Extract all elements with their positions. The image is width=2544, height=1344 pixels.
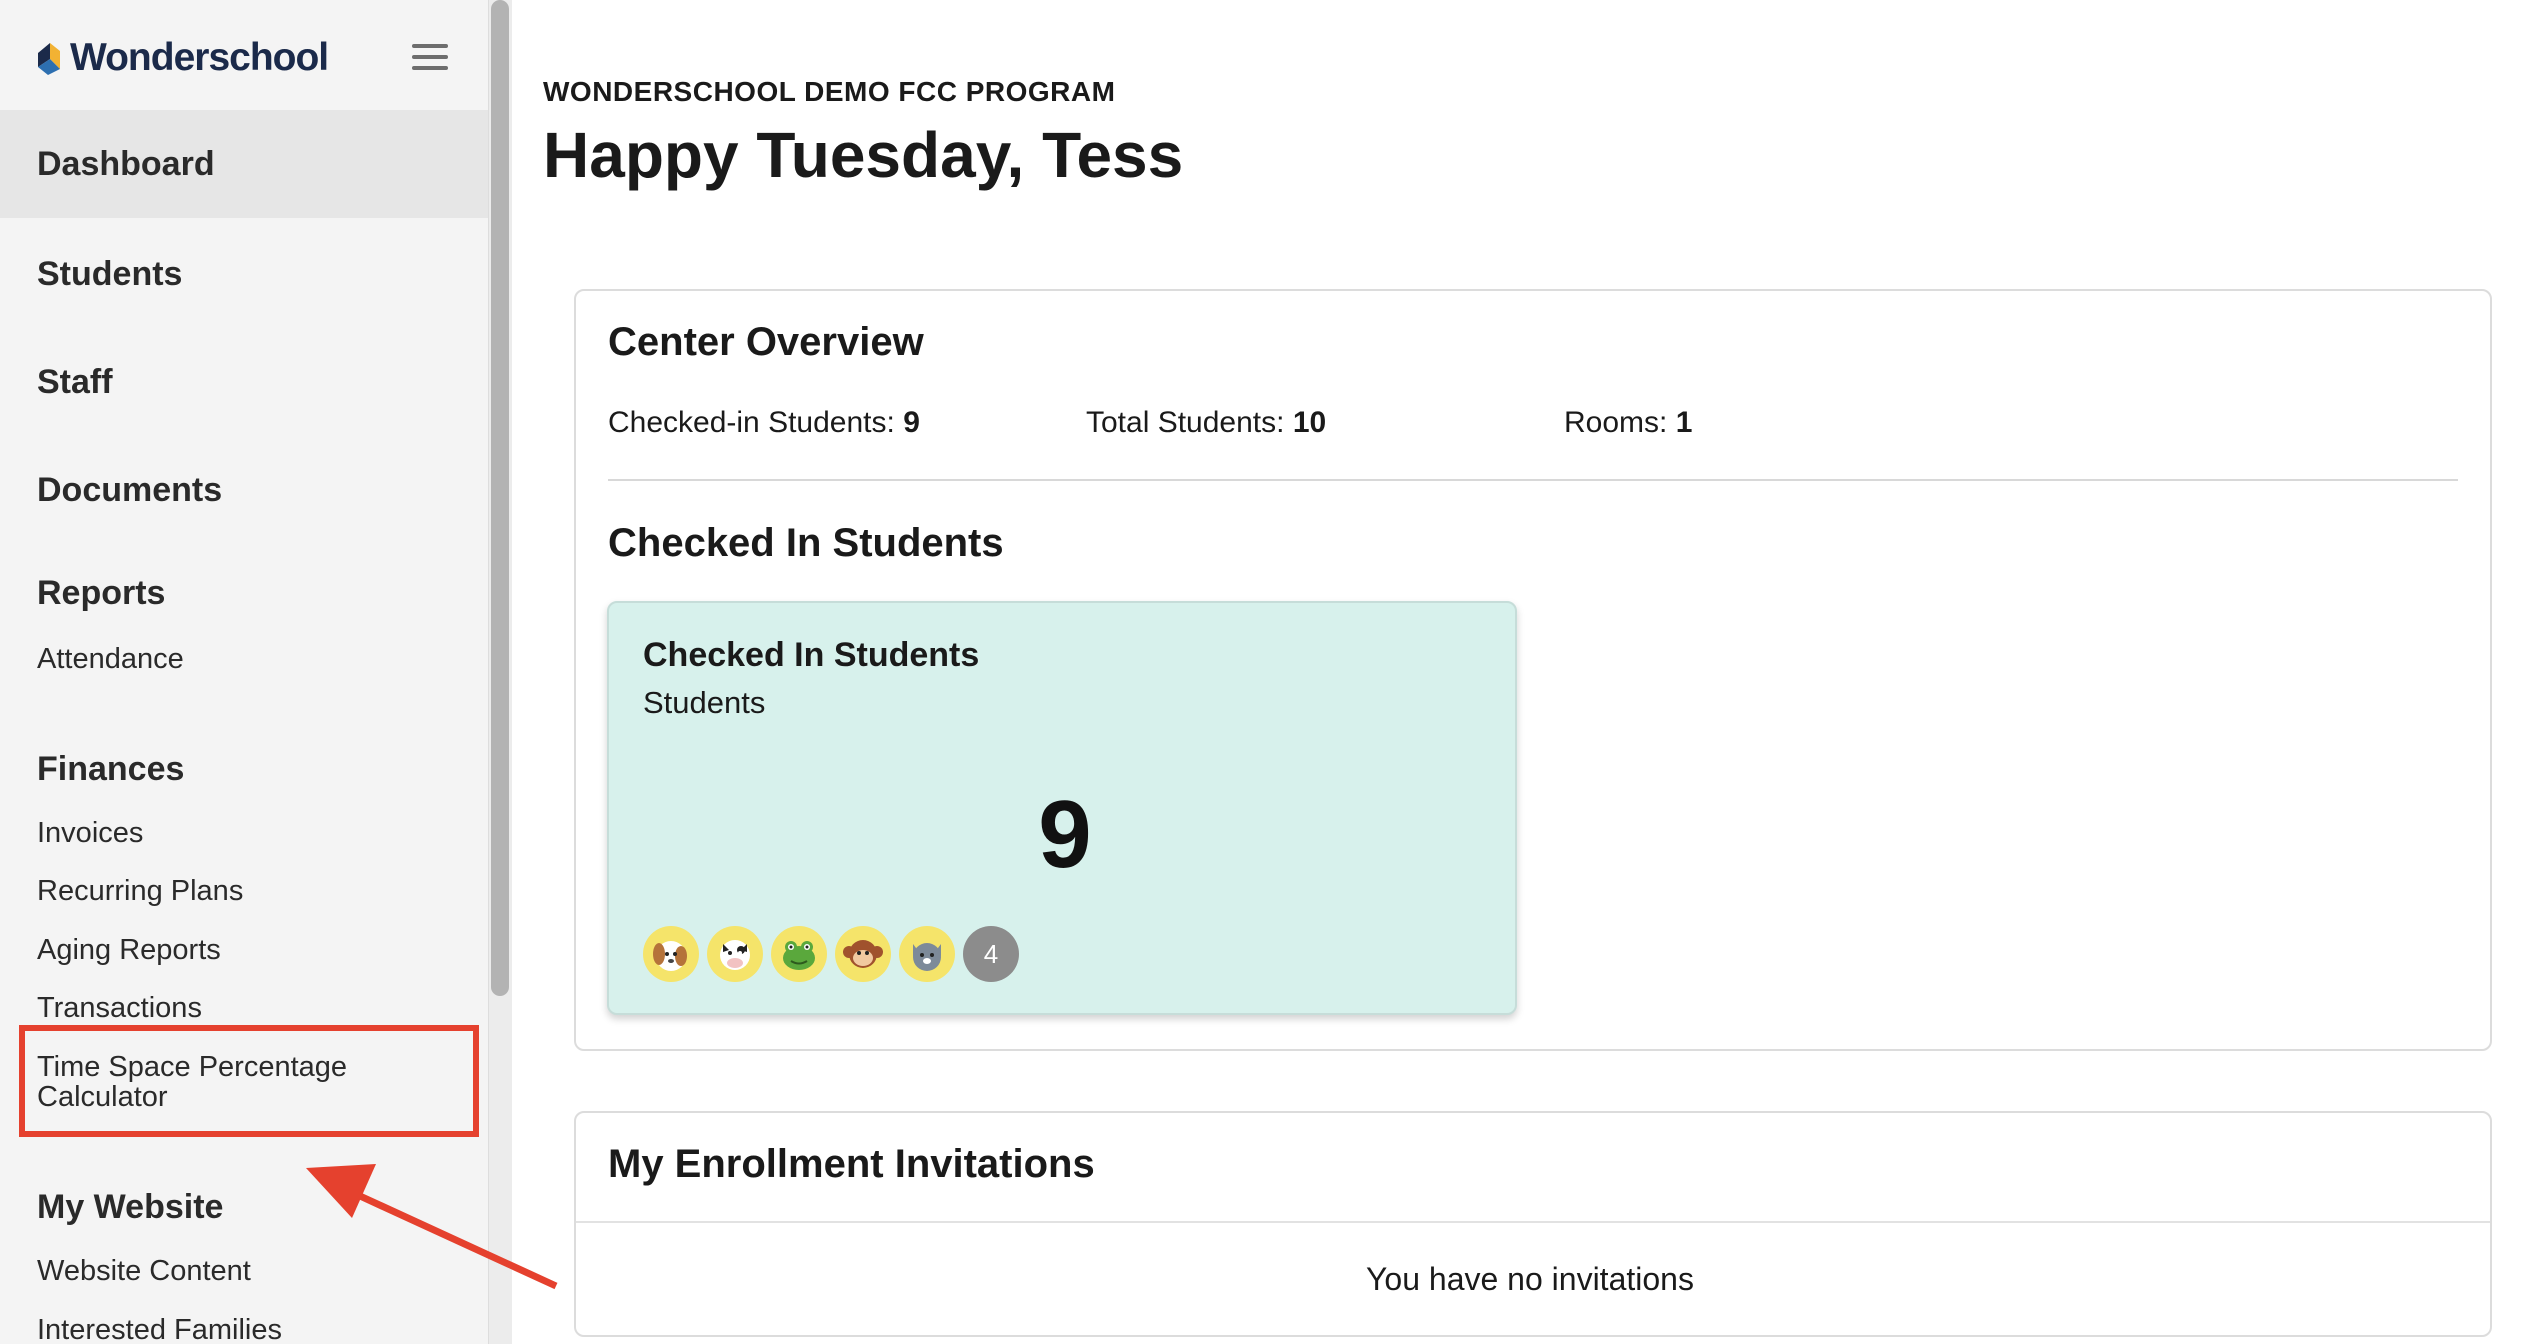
- sidebar: Wonderschool Dashboard Students Staff Do…: [0, 0, 488, 1344]
- checked-in-section-title: Checked In Students: [608, 521, 1004, 565]
- dog-icon[interactable]: [643, 926, 699, 982]
- nav-aging-reports[interactable]: Aging Reports: [37, 935, 221, 965]
- stat-total-students: Total Students: 10: [1086, 406, 1326, 440]
- nav-heading-reports[interactable]: Reports: [37, 574, 165, 613]
- enrollment-invitations-title: My Enrollment Invitations: [608, 1142, 1095, 1186]
- nav-heading-my-website[interactable]: My Website: [37, 1188, 223, 1227]
- stat-checked-in: Checked-in Students: 9: [608, 406, 920, 440]
- nav-attendance[interactable]: Attendance: [37, 644, 184, 674]
- frog-icon[interactable]: [771, 926, 827, 982]
- nav-documents[interactable]: Documents: [0, 436, 488, 544]
- cat-icon[interactable]: [899, 926, 955, 982]
- stat-rooms-value: 1: [1675, 406, 1693, 439]
- brand-name: Wonderschool: [70, 36, 329, 79]
- cow-icon[interactable]: [707, 926, 763, 982]
- checked-in-card-subtitle: Students: [643, 685, 766, 720]
- monkey-icon[interactable]: [835, 926, 891, 982]
- nav-staff[interactable]: Staff: [0, 328, 488, 436]
- invitations-divider: [576, 1221, 2490, 1223]
- page-title: Happy Tuesday, Tess: [543, 119, 1184, 191]
- stat-checked-in-value: 9: [903, 406, 920, 439]
- nav-transactions[interactable]: Transactions: [37, 993, 202, 1023]
- menu-icon[interactable]: [412, 44, 448, 74]
- nav-invoices[interactable]: Invoices: [37, 818, 143, 848]
- sidebar-scrollbar-thumb[interactable]: [491, 0, 509, 996]
- nav-website-content[interactable]: Website Content: [37, 1256, 251, 1286]
- nav-students[interactable]: Students: [0, 220, 488, 328]
- center-overview-title: Center Overview: [608, 320, 924, 364]
- student-avatars: 4: [643, 926, 1019, 982]
- nav-dashboard[interactable]: Dashboard: [0, 110, 488, 218]
- wonderschool-logo-icon: [38, 43, 60, 75]
- checked-in-card-title: Checked In Students: [643, 636, 980, 674]
- stat-total-value: 10: [1292, 406, 1327, 439]
- more-avatars-badge[interactable]: 4: [963, 926, 1019, 982]
- divider: [608, 479, 2458, 481]
- stat-total-label: Total Students:: [1086, 406, 1285, 439]
- stat-checked-in-label: Checked-in Students:: [608, 406, 895, 439]
- stat-rooms-label: Rooms:: [1564, 406, 1668, 439]
- nav-interested-families[interactable]: Interested Families: [37, 1315, 282, 1344]
- nav-recurring-plans[interactable]: Recurring Plans: [37, 876, 243, 906]
- highlight-annotation: [19, 1025, 479, 1137]
- no-invitations-text: You have no invitations: [1366, 1261, 1694, 1297]
- nav-heading-finances[interactable]: Finances: [37, 750, 184, 789]
- stat-rooms: Rooms: 1: [1564, 406, 1692, 440]
- brand[interactable]: Wonderschool: [36, 34, 329, 82]
- checked-in-count: 9: [1038, 781, 1092, 888]
- program-name: WONDERSCHOOL DEMO FCC PROGRAM: [543, 76, 1116, 107]
